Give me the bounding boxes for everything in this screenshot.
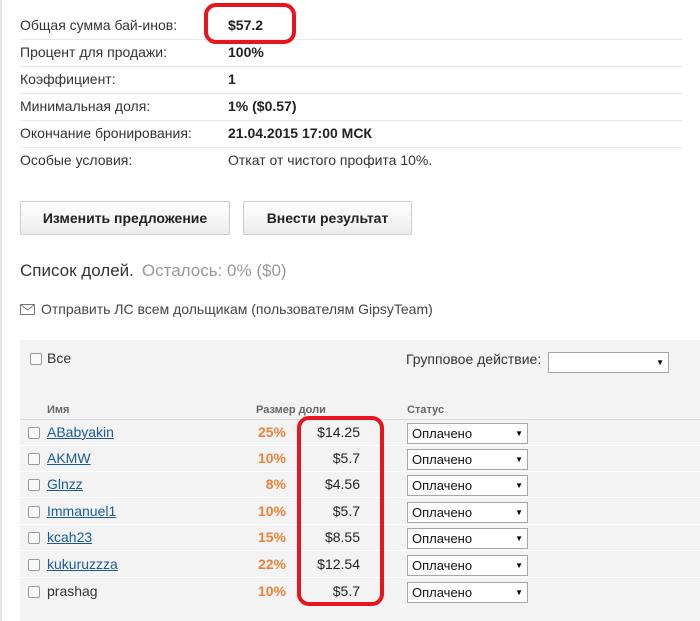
row-checkbox[interactable] — [28, 453, 40, 465]
shares-list-title: Список долей. Осталось: 0% ($0) — [20, 261, 287, 281]
divider — [20, 147, 682, 148]
player-name-link[interactable]: AKMW — [47, 450, 91, 466]
edit-offer-button[interactable]: Изменить предложение — [20, 201, 230, 235]
triangle-down-icon: ▼ — [515, 588, 523, 597]
info-label: Особые условия: — [20, 152, 133, 168]
divider — [20, 66, 682, 67]
info-label: Коэффициент: — [20, 71, 116, 87]
player-name: prashag — [47, 583, 98, 599]
status-select[interactable]: Оплачено ▼ — [407, 449, 528, 470]
player-name-link[interactable]: kcah23 — [47, 529, 92, 545]
status-value: Оплачено — [412, 558, 473, 573]
info-label: Общая сумма бай-инов: — [20, 17, 178, 33]
select-all-checkbox[interactable] — [30, 353, 42, 365]
row-checkbox[interactable] — [28, 586, 40, 598]
shares-remaining: Осталось: 0% ($0) — [141, 261, 287, 280]
player-name-link[interactable]: ABabyakin — [47, 424, 114, 440]
share-percent: 10% — [257, 503, 286, 519]
row-checkbox[interactable] — [28, 427, 40, 439]
info-label: Процент для продажи: — [20, 44, 167, 60]
shares-title: Список долей. — [20, 261, 134, 280]
status-value: Оплачено — [412, 531, 473, 546]
share-percent: 22% — [257, 556, 286, 572]
group-action-select[interactable]: ▼ — [548, 352, 669, 373]
triangle-down-icon: ▼ — [515, 455, 523, 464]
amounts-highlight-annotation — [297, 416, 384, 606]
status-value: Оплачено — [412, 505, 473, 520]
triangle-down-icon: ▼ — [515, 508, 523, 517]
player-name-link[interactable]: Glnzz — [47, 476, 83, 492]
status-select[interactable]: Оплачено ▼ — [407, 502, 528, 523]
triangle-down-icon: ▼ — [515, 481, 523, 490]
group-action-label: Групповое действие: — [406, 351, 542, 367]
booking-end-value: 21.04.2015 17:00 МСК — [228, 125, 372, 141]
special-terms-value: Откат от чистого профита 10%. — [228, 152, 433, 168]
row-checkbox[interactable] — [28, 532, 40, 544]
mail-all-label: Отправить ЛС всем дольщикам (пользовател… — [41, 301, 433, 317]
divider — [20, 39, 682, 40]
triangle-down-icon: ▼ — [515, 429, 523, 438]
status-select[interactable]: Оплачено ▼ — [407, 475, 528, 496]
coefficient-value: 1 — [228, 71, 236, 87]
status-value: Оплачено — [412, 452, 473, 467]
column-header-name: Имя — [47, 404, 70, 416]
divider — [20, 93, 682, 94]
row-checkbox[interactable] — [28, 559, 40, 571]
envelope-icon — [20, 300, 35, 320]
row-checkbox[interactable] — [28, 479, 40, 491]
column-header-share-size: Размер доли — [256, 404, 326, 416]
status-value: Оплачено — [412, 585, 473, 600]
share-percent: 15% — [257, 529, 286, 545]
player-name-link[interactable]: kukuruzzza — [47, 556, 118, 572]
status-select[interactable]: Оплачено ▼ — [407, 528, 528, 549]
share-percent: 10% — [257, 450, 286, 466]
status-select[interactable]: Оплачено ▼ — [407, 555, 528, 576]
mail-all-shareholders-link[interactable]: Отправить ЛС всем дольщикам (пользовател… — [20, 299, 433, 319]
column-header-status: Статус — [407, 404, 445, 416]
row-checkbox[interactable] — [28, 506, 40, 518]
triangle-down-icon: ▼ — [656, 358, 664, 367]
divider — [20, 120, 682, 121]
submit-result-button[interactable]: Внести результат — [243, 201, 412, 235]
info-label: Окончание бронирования: — [20, 125, 192, 141]
triangle-down-icon: ▼ — [515, 534, 523, 543]
info-label: Минимальная доля: — [20, 98, 151, 114]
select-all-label: Все — [47, 350, 72, 366]
share-percent: 10% — [257, 583, 286, 599]
player-name-link[interactable]: Immanuel1 — [47, 503, 116, 519]
status-value: Оплачено — [412, 426, 473, 441]
status-select[interactable]: Оплачено ▼ — [407, 582, 528, 603]
status-select[interactable]: Оплачено ▼ — [407, 423, 528, 444]
share-percent: 25% — [257, 424, 286, 440]
triangle-down-icon: ▼ — [515, 561, 523, 570]
page-frame-border — [0, 0, 2, 621]
total-highlight-annotation — [204, 3, 296, 44]
sale-percent-value: 100% — [228, 44, 264, 60]
status-value: Оплачено — [412, 478, 473, 493]
min-share-value: 1% ($0.57) — [228, 98, 297, 114]
share-percent: 8% — [265, 476, 286, 492]
